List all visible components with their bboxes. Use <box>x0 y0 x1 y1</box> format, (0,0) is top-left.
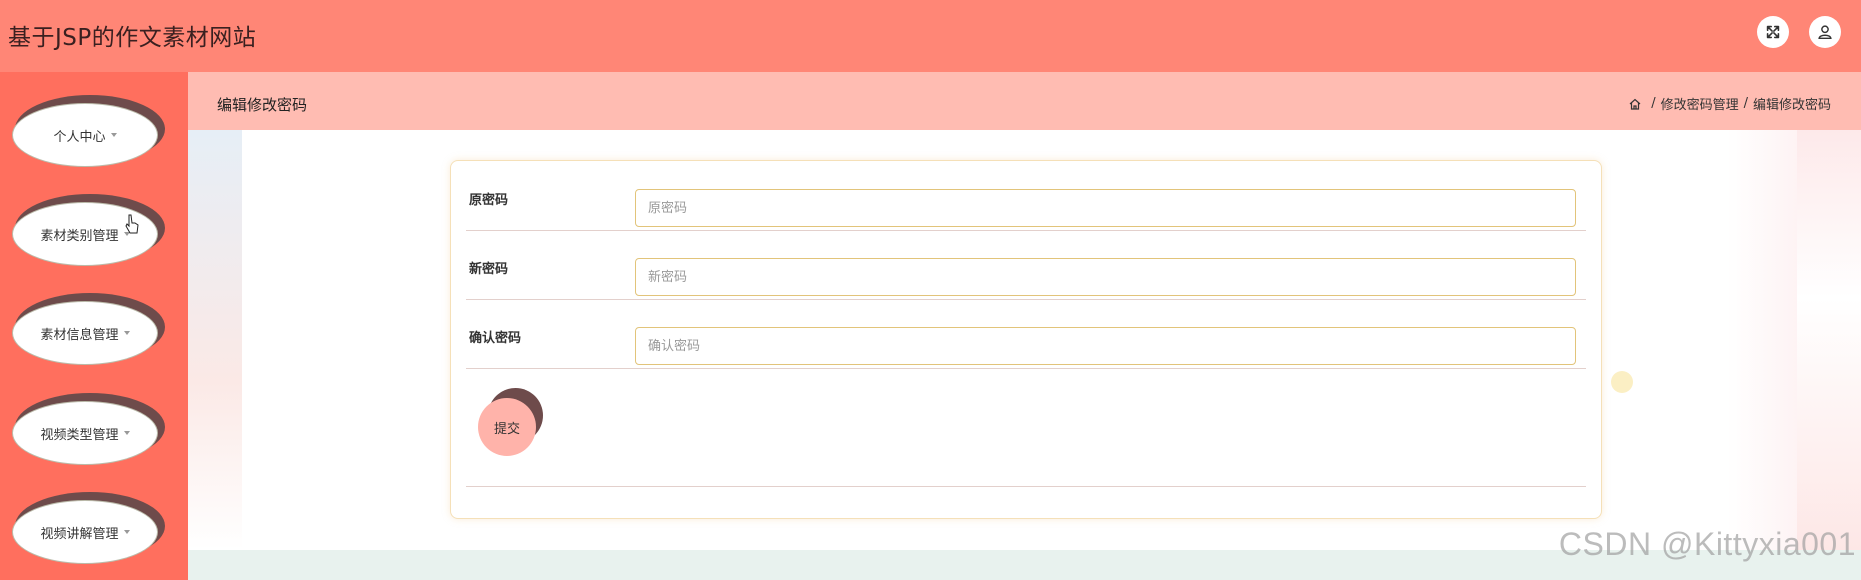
menu-item-face: 视频讲解管理 <box>12 500 158 564</box>
sidebar-item-label: 个人中心 <box>53 129 106 145</box>
watermark: CSDN @Kittyxia001 <box>1558 526 1856 562</box>
home-icon[interactable] <box>1628 97 1642 111</box>
sidebar-item-material-category[interactable]: 素材类别管理 <box>12 194 165 266</box>
menu-item-face: 素材信息管理 <box>12 301 158 365</box>
form-row-old-password: 原密码 <box>466 161 1586 231</box>
old-password-input[interactable] <box>635 189 1576 227</box>
background-decoration-right <box>1797 130 1861 550</box>
menu-item-face: 视频类型管理 <box>12 401 158 465</box>
hand-cursor-icon <box>125 214 139 234</box>
confirm-password-input[interactable] <box>635 327 1576 365</box>
breadcrumb: / 修改密码管理 / 编辑修改密码 <box>1628 94 1831 113</box>
sidebar-item-label: 视频类型管理 <box>40 427 119 443</box>
background-decoration-left <box>188 130 242 550</box>
menu-item-face: 个人中心 <box>12 103 158 167</box>
sidebar-item-label: 素材类别管理 <box>40 228 119 244</box>
new-password-input[interactable] <box>635 258 1576 296</box>
chevron-down-icon <box>123 331 130 335</box>
submit-button[interactable]: 提交 <box>478 398 536 456</box>
background-decoration-dot <box>1611 371 1633 393</box>
sidebar: 个人中心 素材类别管理 素材信息管理 视频类型管理 视频讲解管理 <box>0 72 188 580</box>
breadcrumb-item-password-management[interactable]: 修改密码管理 <box>1661 94 1739 113</box>
page-title: 编辑修改密码 <box>217 96 308 114</box>
breadcrumb-separator: / <box>1743 96 1748 111</box>
old-password-label: 原密码 <box>469 193 509 208</box>
chevron-down-icon <box>123 530 130 534</box>
sidebar-item-video-type[interactable]: 视频类型管理 <box>12 393 165 465</box>
sidebar-item-video-explanation[interactable]: 视频讲解管理 <box>12 492 165 564</box>
sidebar-item-material-info[interactable]: 素材信息管理 <box>12 293 165 365</box>
form-row-confirm-password: 确认密码 <box>466 299 1586 369</box>
app-title: 基于JSP的作文素材网站 <box>8 25 257 51</box>
sidebar-item-personal-center[interactable]: 个人中心 <box>12 95 165 167</box>
breadcrumb-item-current: 编辑修改密码 <box>1752 98 1831 113</box>
password-form-card: 原密码 新密码 确认密码 提交 <box>450 160 1602 519</box>
fullscreen-icon[interactable] <box>1757 16 1789 48</box>
confirm-password-label: 确认密码 <box>469 331 522 346</box>
user-icon[interactable] <box>1809 16 1841 48</box>
sidebar-item-label: 素材信息管理 <box>40 327 119 343</box>
submit-button-wrapper: 提交 <box>478 388 548 458</box>
form-actions: 提交 <box>466 368 1586 487</box>
top-bar: 基于JSP的作文素材网站 <box>0 0 1861 72</box>
sidebar-item-label: 视频讲解管理 <box>40 526 119 542</box>
breadcrumb-separator: / <box>1651 96 1656 111</box>
new-password-label: 新密码 <box>469 262 509 277</box>
page-header: 编辑修改密码 / 修改密码管理 / 编辑修改密码 <box>188 72 1861 130</box>
chevron-down-icon <box>110 133 117 137</box>
chevron-down-icon <box>123 431 130 435</box>
form-row-new-password: 新密码 <box>466 230 1586 300</box>
